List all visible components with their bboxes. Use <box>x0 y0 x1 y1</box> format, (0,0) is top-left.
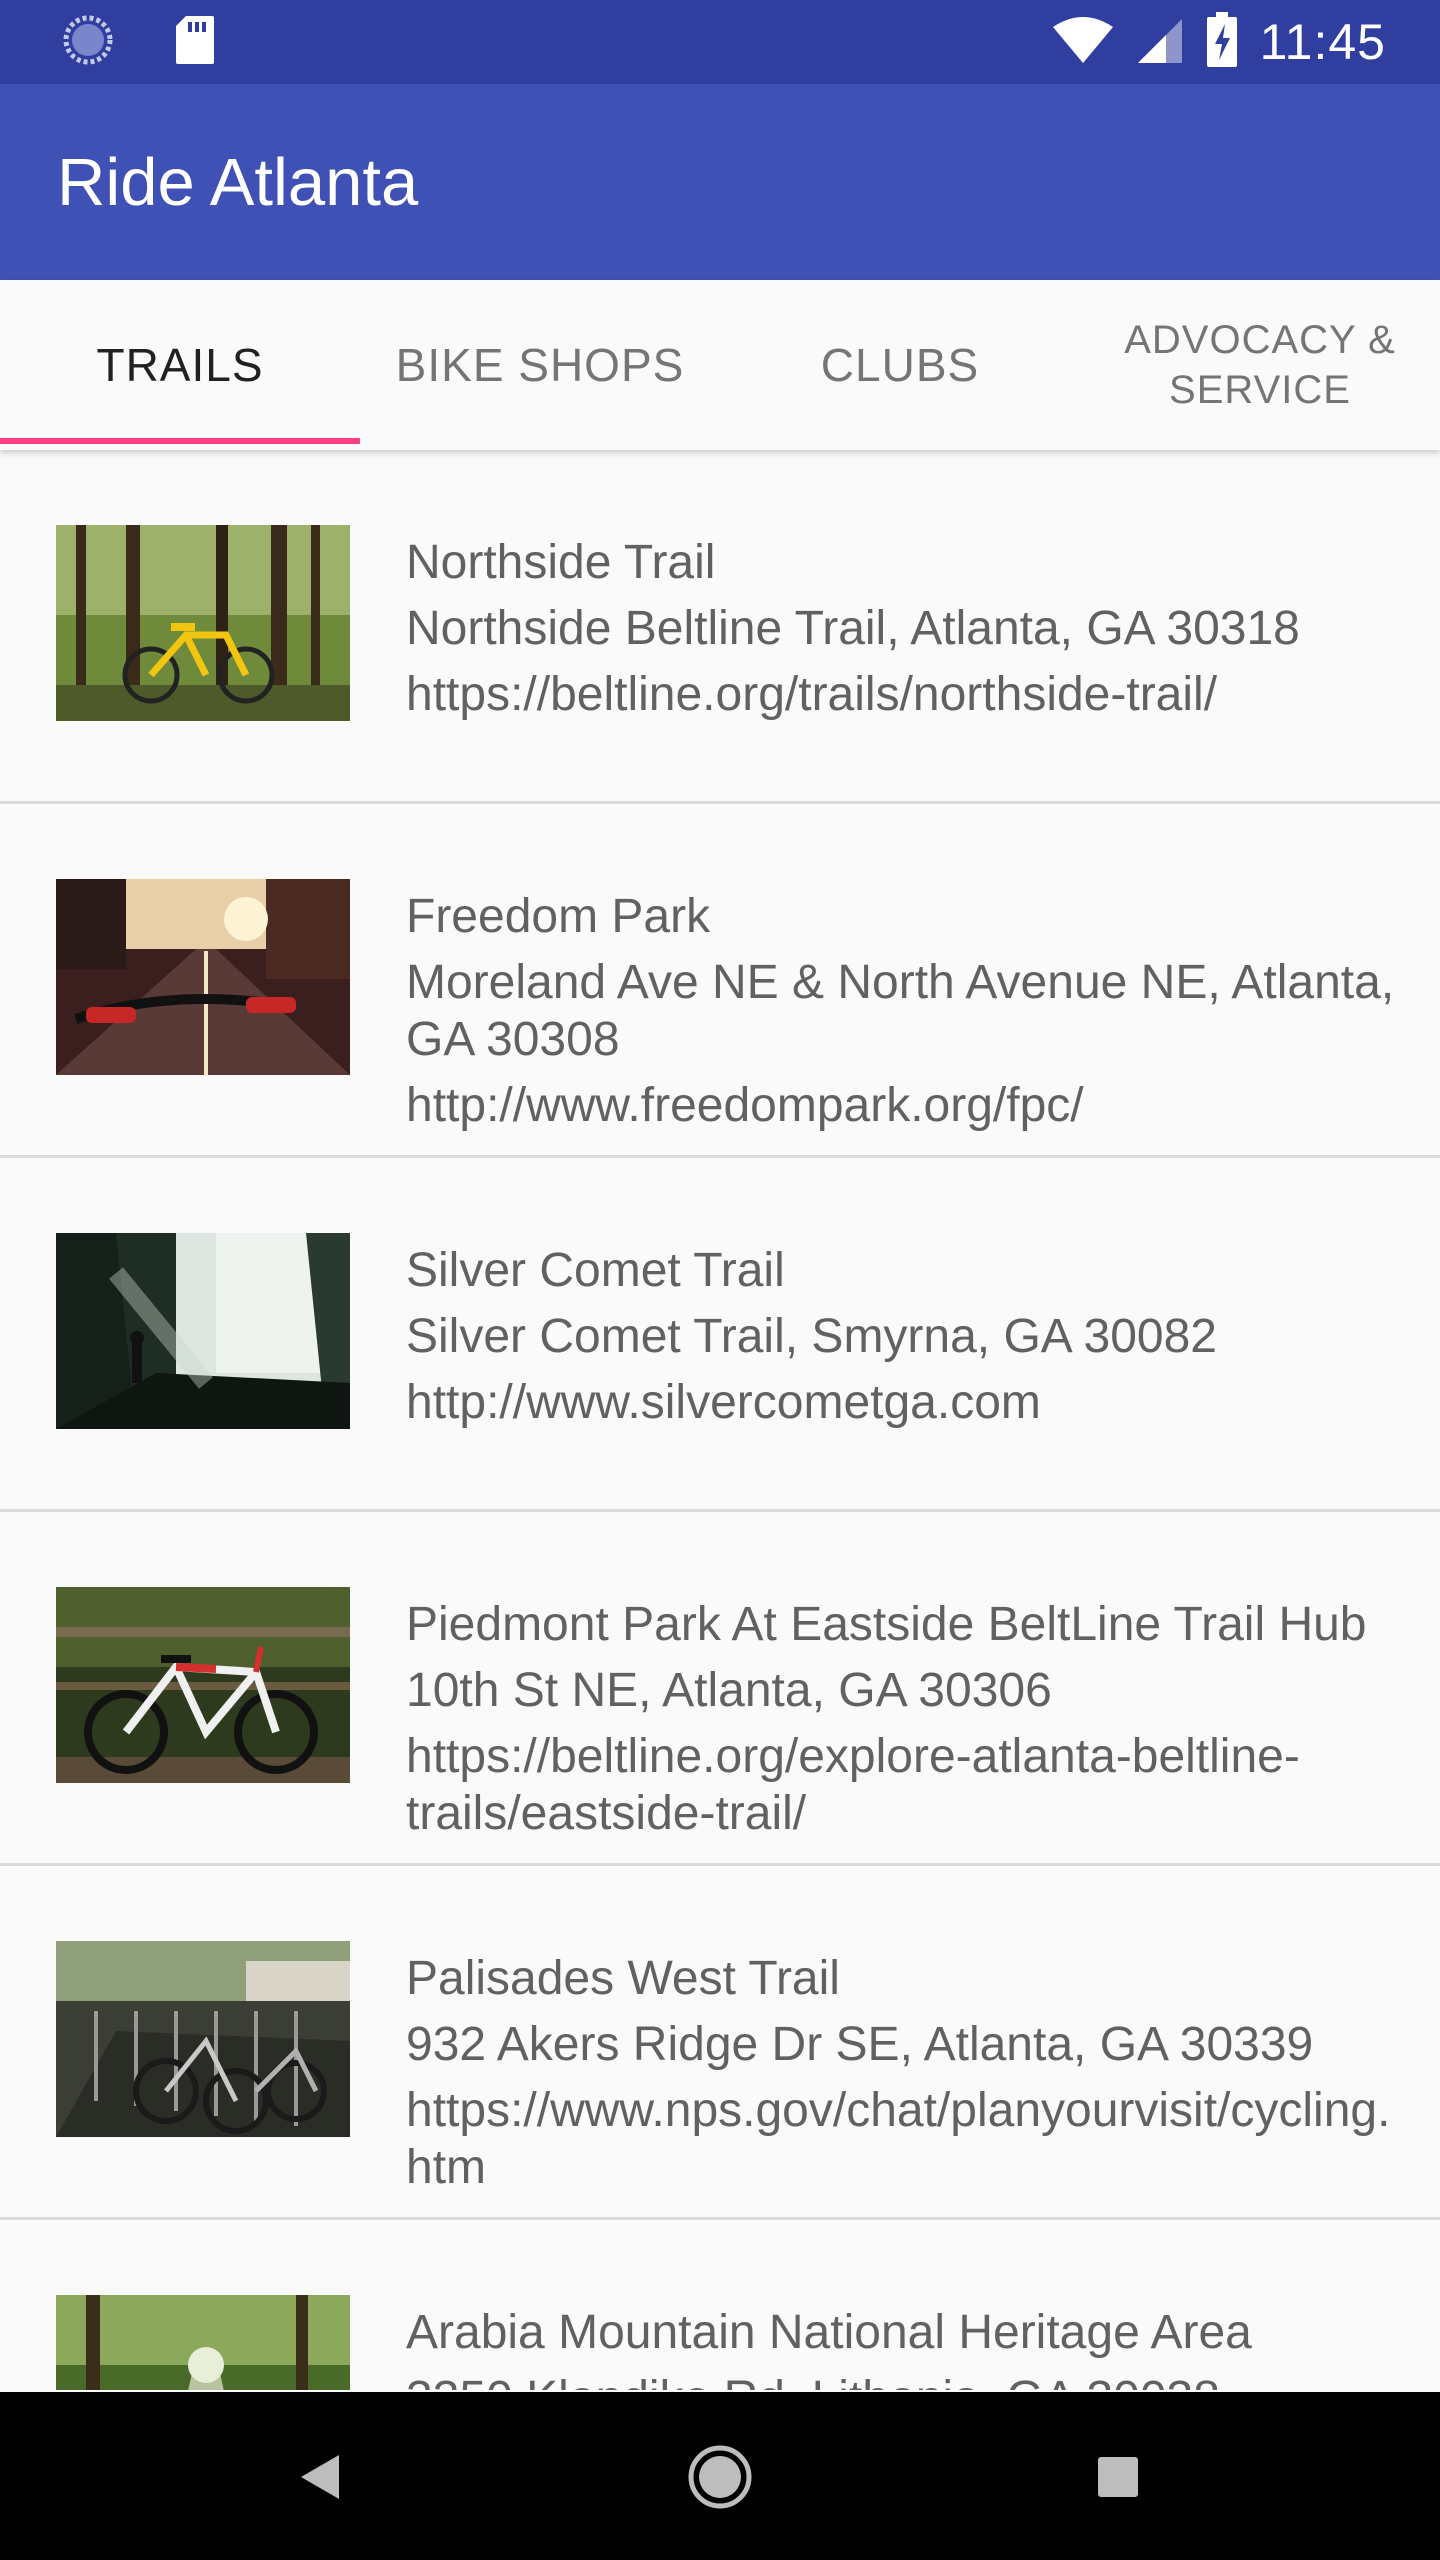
tab-label: CLUBS <box>820 339 980 391</box>
tab-label: TRAILS <box>96 339 264 391</box>
trail-address: Northside Beltline Trail, Atlanta, GA 30… <box>406 602 1300 655</box>
trail-name: Arabia Mountain National Heritage Area <box>406 2306 1252 2359</box>
trail-name: Piedmont Park At Eastside BeltLine Trail… <box>406 1598 1367 1651</box>
tab-label: ADVOCACY & SERVICE <box>1124 315 1396 415</box>
tab-trails[interactable]: TRAILS <box>0 280 360 450</box>
signal-icon <box>1136 15 1184 70</box>
sd-card-icon <box>174 14 216 71</box>
item-info: Piedmont Park At Eastside BeltLine Trail… <box>406 1596 1406 1851</box>
trail-url[interactable]: http://www.freedompark.org/fpc/ <box>406 1077 1406 1134</box>
navigation-bar <box>0 2392 1440 2560</box>
item-info: Arabia Mountain National Heritage Area 3… <box>406 2304 1406 2390</box>
red-white-mountain-bike-photo <box>56 1587 350 1783</box>
trail-address: 10th St NE, Atlanta, GA 30306 <box>406 1664 1052 1717</box>
tab-label: BIKE SHOPS <box>395 339 685 391</box>
misty-forest-cyclist-photo <box>56 1233 350 1429</box>
trail-address: Moreland Ave NE & North Avenue NE, Atlan… <box>406 956 1395 1066</box>
status-bar-right: 11:45 <box>1052 11 1386 73</box>
recents-icon[interactable] <box>1083 2442 1153 2512</box>
trail-address: 3350 Klondike Rd, Lithonia, GA 30038 <box>406 2370 1406 2390</box>
item-info: Silver Comet Trail Silver Comet Trail, S… <box>406 1242 1406 1440</box>
trail-name: Northside Trail <box>406 536 716 589</box>
back-icon[interactable] <box>285 2442 355 2512</box>
item-info: Northside Trail Northside Beltline Trail… <box>406 534 1406 732</box>
tab-label-line1: ADVOCACY & <box>1124 318 1396 362</box>
tab-indicator <box>0 438 360 444</box>
status-bar-left <box>62 14 216 71</box>
trail-name: Palisades West Trail <box>406 1952 840 2005</box>
tab-bike-shops[interactable]: BIKE SHOPS <box>360 280 720 450</box>
trail-url[interactable]: https://beltline.org/explore-atlanta-bel… <box>406 1728 1406 1842</box>
battery-charging-icon <box>1206 11 1238 73</box>
tab-advocacy-service[interactable]: ADVOCACY & SERVICE <box>1080 280 1440 450</box>
app-title: Ride Atlanta <box>57 145 419 220</box>
tab-bar: TRAILS BIKE SHOPS CLUBS ADVOCACY & SERVI… <box>0 280 1440 450</box>
wifi-icon <box>1052 15 1114 70</box>
app-bar: Ride Atlanta <box>0 84 1440 280</box>
trail-address: Silver Comet Trail, Smyrna, GA 30082 <box>406 1310 1217 1363</box>
parked-bikes-rack-photo <box>56 1941 350 2137</box>
tab-label-line2: SERVICE <box>1169 368 1351 412</box>
status-time: 11:45 <box>1259 14 1386 70</box>
list-item[interactable]: Freedom Park Moreland Ave NE & North Ave… <box>0 804 1440 1158</box>
trail-list[interactable]: Northside Trail Northside Beltline Trail… <box>0 450 1440 2390</box>
trail-address: 932 Akers Ridge Dr SE, Atlanta, GA 30339 <box>406 2018 1314 2071</box>
item-info: Palisades West Trail 932 Akers Ridge Dr … <box>406 1950 1406 2205</box>
tab-clubs[interactable]: CLUBS <box>720 280 1080 450</box>
home-icon[interactable] <box>685 2442 755 2512</box>
list-item[interactable]: Silver Comet Trail Silver Comet Trail, S… <box>0 1158 1440 1512</box>
screen: 11:45 Ride Atlanta TRAILS BIKE SHOPS CLU… <box>0 0 1440 2560</box>
list-item[interactable]: Northside Trail Northside Beltline Trail… <box>0 450 1440 804</box>
green-forest-path-photo <box>56 2295 350 2390</box>
trail-url[interactable]: https://beltline.org/trails/northside-tr… <box>406 666 1406 723</box>
list-item[interactable]: Arabia Mountain National Heritage Area 3… <box>0 2220 1440 2390</box>
trail-url[interactable]: https://www.nps.gov/chat/planyourvisit/c… <box>406 2082 1406 2196</box>
trail-name: Silver Comet Trail <box>406 1244 785 1297</box>
list-item[interactable]: Palisades West Trail 932 Akers Ridge Dr … <box>0 1866 1440 2220</box>
item-info: Freedom Park Moreland Ave NE & North Ave… <box>406 888 1406 1143</box>
trail-name: Freedom Park <box>406 890 711 943</box>
sync-icon <box>62 14 114 71</box>
trail-url[interactable]: http://www.silvercometga.com <box>406 1374 1406 1431</box>
yellow-bike-trees-photo <box>56 525 350 721</box>
list-item[interactable]: Piedmont Park At Eastside BeltLine Trail… <box>0 1512 1440 1866</box>
status-bar: 11:45 <box>0 0 1440 84</box>
handlebar-sunset-road-photo <box>56 879 350 1075</box>
